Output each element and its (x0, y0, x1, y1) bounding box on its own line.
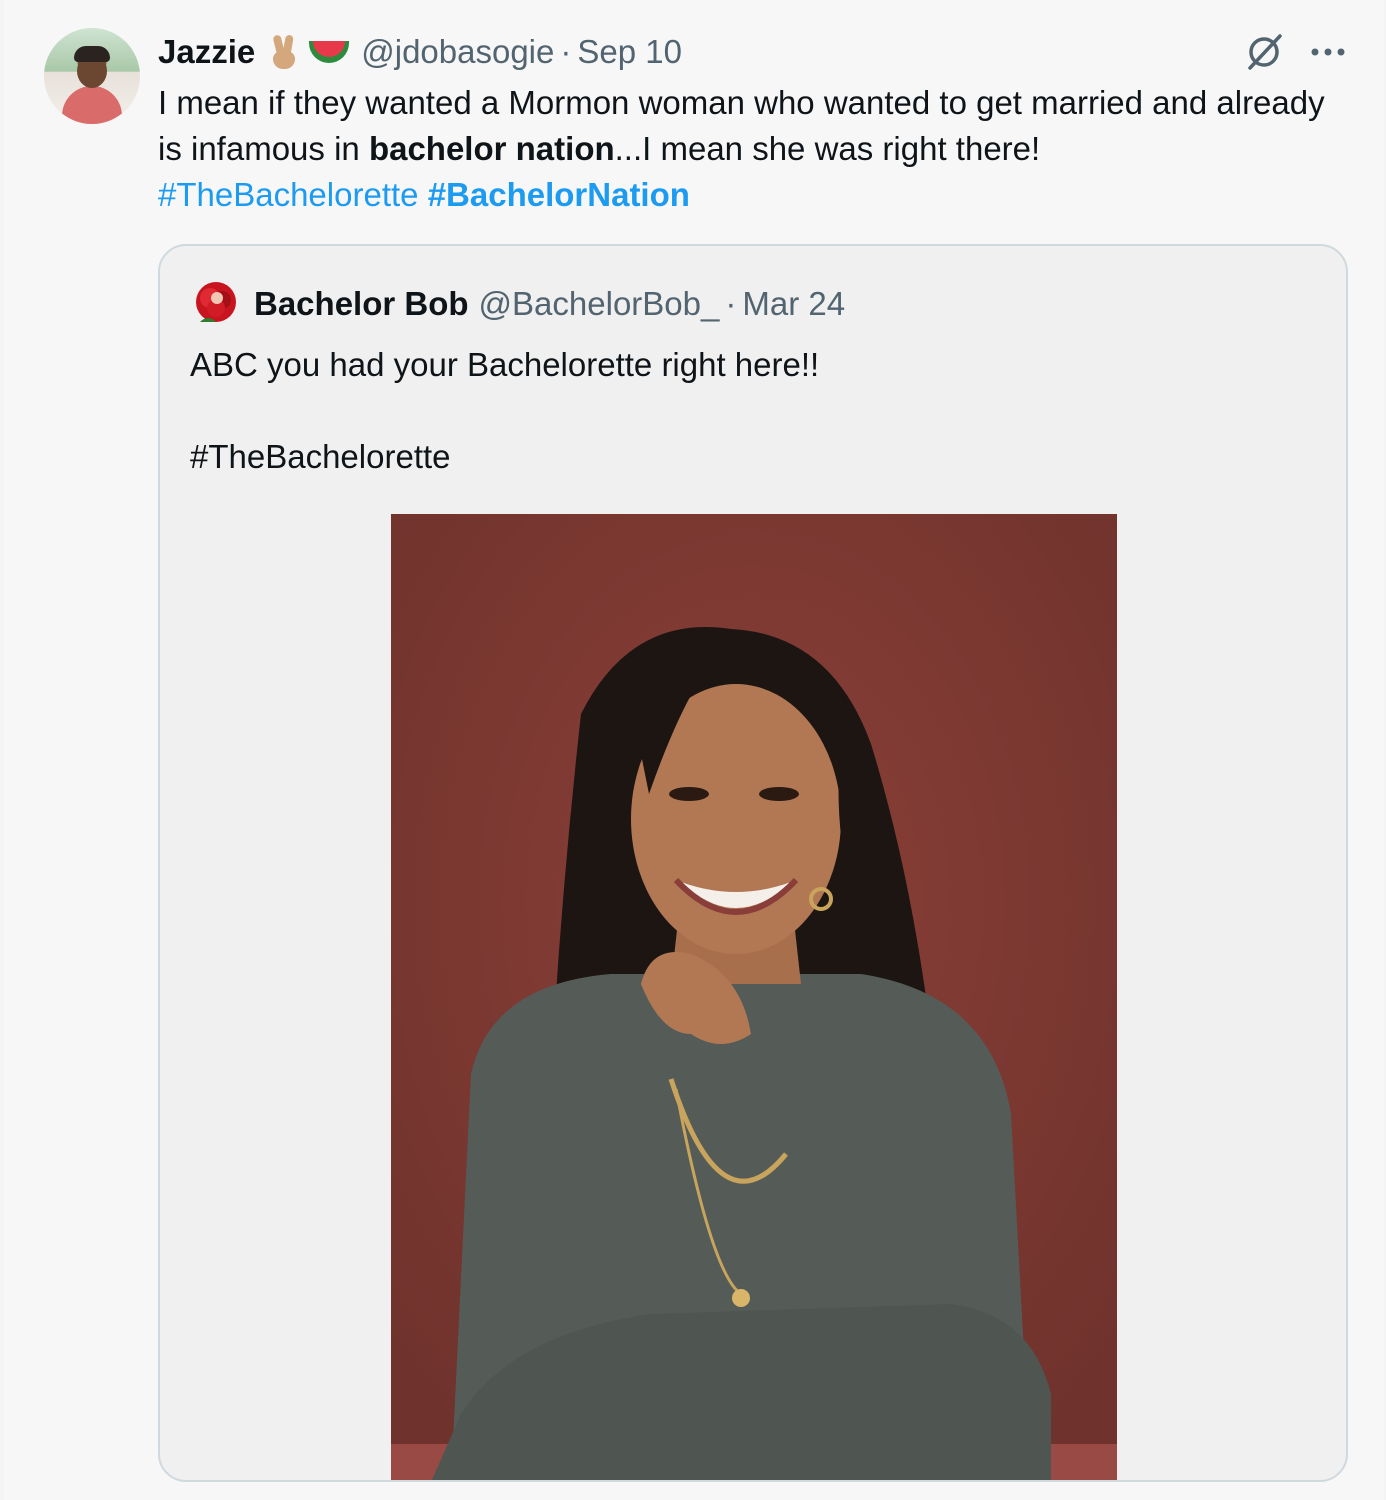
quoted-user-handle[interactable]: @BachelorBob_ (479, 285, 720, 323)
hashtag-bachelornation[interactable]: #BachelorNation (428, 176, 690, 213)
tweet-header: Jazzie @jdobasogie · Sep 10 (158, 30, 682, 74)
user-avatar[interactable] (44, 28, 140, 124)
grok-icon[interactable] (1242, 30, 1286, 74)
more-icon[interactable] (1304, 30, 1352, 74)
tweet-date[interactable]: Sep 10 (577, 33, 682, 71)
separator: · (725, 285, 737, 322)
quoted-tweet-header: Bachelor Bob @BachelorBob_ · Mar 24 (254, 282, 845, 326)
quoted-tweet-date[interactable]: Mar 24 (742, 285, 845, 323)
tweet-text: I mean if they wanted a Mormon woman who… (158, 80, 1338, 218)
separator: · (560, 33, 572, 70)
quoted-tweet[interactable]: Bachelor Bob @BachelorBob_ · Mar 24 ABC … (158, 244, 1348, 1482)
victory-hand-emoji (269, 34, 299, 69)
tweet-text-part2: ...I mean she was right there! (614, 130, 1041, 167)
quoted-display-name[interactable]: Bachelor Bob (254, 285, 469, 323)
portrait-photo[interactable] (391, 514, 1117, 1480)
display-name[interactable]: Jazzie (158, 33, 255, 71)
quoted-tweet-text: ABC you had your Bachelorette right here… (190, 346, 820, 475)
tweet-text-bold: bachelor nation (368, 130, 615, 167)
hashtag-thebachelorette[interactable]: #TheBachelorette (158, 176, 419, 213)
watermelon-emoji (309, 41, 350, 63)
tweet[interactable]: Jazzie @jdobasogie · Sep 10 I mean if th… (4, 0, 1384, 1500)
rose-avatar[interactable] (190, 278, 242, 330)
user-handle[interactable]: @jdobasogie (361, 33, 554, 71)
